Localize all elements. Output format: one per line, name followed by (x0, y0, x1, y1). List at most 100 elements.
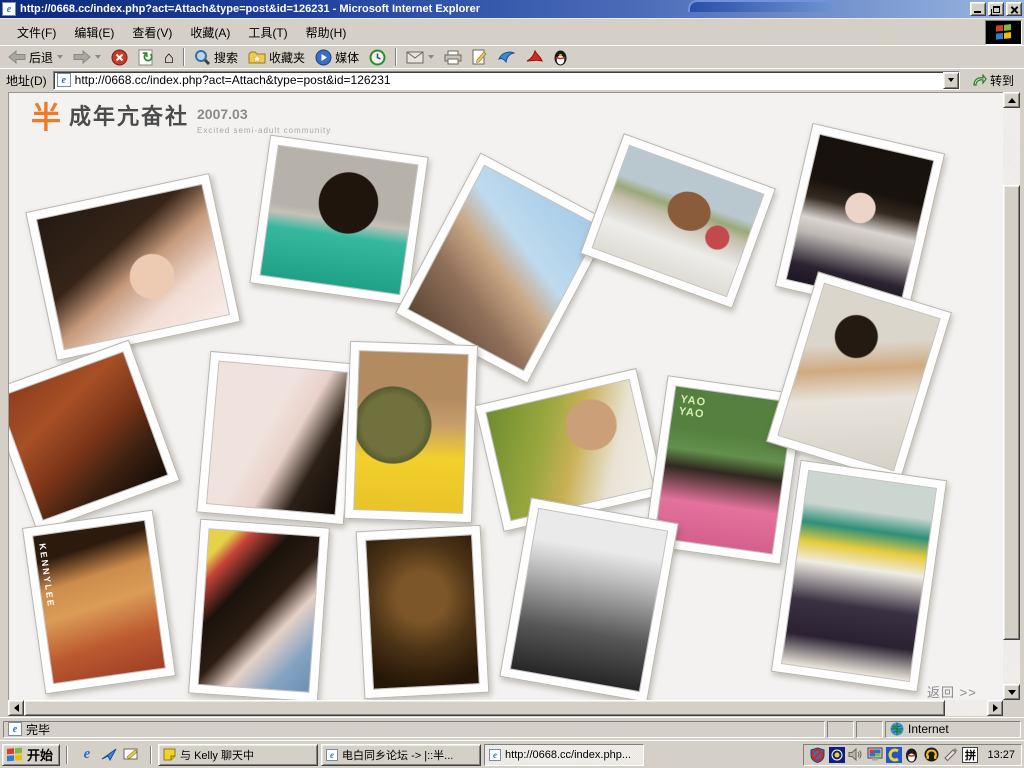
menu-edit[interactable]: 编辑(E) (65, 21, 123, 44)
print-button[interactable] (440, 47, 466, 68)
logo-mark: 半 (31, 105, 61, 132)
ie-page-icon: e (8, 722, 22, 736)
ie-throbber-windows-logo (985, 20, 1022, 45)
menu-help[interactable]: 帮助(H) (297, 21, 356, 44)
menu-file[interactable]: 文件(F) (8, 21, 65, 44)
back-arrow-icon (8, 50, 26, 64)
qq-button[interactable] (549, 47, 572, 68)
show-desktop-icon[interactable] (123, 747, 139, 763)
minimize-button[interactable] (970, 2, 986, 16)
status-message-panel: e 完毕 (3, 721, 825, 738)
toolbar-separator (183, 48, 185, 66)
search-button[interactable]: 搜索 (190, 47, 242, 68)
browser-content: 半 成年亢奋社 2007.03 Excited semi-adult commu… (0, 91, 1024, 717)
standard-toolbar: 后退 ↻ ⌂ 搜索 收藏夹 媒体 (0, 45, 1024, 68)
tray-flashget-icon[interactable] (886, 747, 902, 763)
menu-favorites[interactable]: 收藏(A) (181, 21, 239, 44)
photo-girl-yellow-ball (344, 341, 478, 523)
photo-image-red-hair-closeup (8, 352, 167, 519)
address-bar: 地址(D) e http://0668.cc/index.php?act=Att… (0, 68, 1024, 91)
ime-indicator[interactable]: 拼 (962, 747, 978, 763)
mail-button[interactable] (402, 47, 438, 68)
site-logo: 半 成年亢奋社 2007.03 Excited semi-adult commu… (31, 105, 331, 136)
menu-view[interactable]: 查看(V) (123, 21, 181, 44)
chevron-down-icon (948, 78, 954, 82)
tray-qq-icon[interactable] (905, 747, 921, 763)
home-icon: ⌂ (164, 49, 174, 66)
windows-flag-icon (993, 24, 1015, 42)
tray-radar-icon[interactable] (829, 747, 845, 763)
status-text: 完毕 (26, 721, 50, 738)
tray-music-player-icon[interactable] (924, 747, 940, 763)
photo-image-boy-camera-tiles (779, 284, 940, 470)
forward-arrow-icon (73, 50, 91, 64)
quick-launch-ie-icon[interactable]: e (79, 747, 95, 763)
back-button[interactable]: 后退 (4, 47, 67, 68)
scroll-up-button[interactable] (1003, 92, 1020, 108)
quick-launch-blue-arrow-icon[interactable] (101, 747, 117, 763)
forward-button[interactable] (69, 47, 105, 68)
ie-page-icon: e (57, 73, 71, 87)
tray-display-icon[interactable] (867, 747, 883, 763)
favorites-folder-icon (248, 50, 266, 65)
restore-button[interactable] (988, 2, 1004, 16)
home-button[interactable]: ⌂ (160, 47, 178, 68)
status-empty-panel (856, 721, 883, 738)
photo-girl-covering-eye (25, 173, 240, 361)
task-forum-window[interactable]: e 电白同乡论坛 -> |::半... (321, 744, 481, 766)
close-button[interactable] (1006, 2, 1022, 16)
triangle-right-icon (993, 704, 998, 712)
photo-image-boy-angel-wings (261, 146, 418, 294)
photo-pale-girl (196, 351, 358, 525)
refresh-button[interactable]: ↻ (134, 47, 158, 68)
photo-image-pale-girl (207, 362, 347, 515)
vertical-scroll-thumb[interactable] (1003, 185, 1020, 640)
thunder-download-button[interactable] (493, 47, 519, 68)
menu-tools[interactable]: 工具(T) (239, 21, 296, 44)
photo-kennylee-pout: KENNYLEE (22, 510, 176, 695)
vertical-scrollbar[interactable] (1003, 92, 1020, 700)
horizontal-scrollbar[interactable] (8, 700, 1003, 716)
photo-boy-angel-wings (249, 135, 428, 306)
taskbar-separator (66, 746, 68, 764)
system-tray: 拼 13:27 (803, 744, 1022, 766)
mail-dropdown-icon (428, 55, 434, 59)
photo-image-girl-denim (199, 529, 320, 691)
flashget-button[interactable] (521, 47, 547, 68)
edit-icon (472, 49, 487, 65)
address-input[interactable]: e http://0668.cc/index.php?act=Attach&ty… (53, 71, 960, 90)
scroll-left-button[interactable] (8, 700, 24, 716)
logo-title: 成年亢奋社 (69, 105, 189, 129)
edit-button[interactable] (468, 47, 491, 68)
photo-image-boy-camcorder (486, 380, 653, 520)
address-dropdown-button[interactable] (943, 72, 959, 89)
history-button[interactable] (365, 47, 390, 68)
photo-image-boy-earphones (409, 166, 600, 370)
taskbar: 开始 e 与 Kelly 聊天中 e 电白同乡论坛 -> |::半... e h… (0, 740, 1024, 768)
scroll-right-button[interactable] (987, 700, 1003, 716)
task-qq-chat[interactable]: 与 Kelly 聊天中 (158, 744, 318, 766)
photo-image-boy-outdoors (593, 146, 763, 296)
menu-bar: 文件(F) 编辑(E) 查看(V) 收藏(A) 工具(T) 帮助(H) (0, 18, 1024, 45)
favorites-button[interactable]: 收藏夹 (244, 47, 309, 68)
stop-button[interactable] (107, 47, 132, 68)
blue-bird-icon (497, 49, 515, 65)
tray-pen-icon[interactable] (943, 747, 959, 763)
tray-volume-icon[interactable] (848, 747, 864, 763)
task-current-window[interactable]: e http://0668.cc/index.php... (484, 744, 644, 766)
mail-icon (406, 51, 424, 64)
taskbar-clock[interactable]: 13:27 (987, 749, 1015, 761)
photo-boy-sepia-glasses (356, 525, 490, 699)
note-icon (163, 748, 176, 761)
start-button[interactable]: 开始 (2, 744, 60, 766)
tray-antivirus-disabled-icon[interactable] (810, 747, 826, 763)
horizontal-scroll-thumb[interactable] (24, 700, 945, 716)
back-link[interactable]: 返回 >> (927, 682, 977, 700)
go-button[interactable]: 转到 (966, 70, 1020, 91)
zone-text: Internet (908, 722, 949, 736)
logo-date-block: 2007.03 Excited semi-adult community (197, 107, 331, 136)
photo-boy-hand-forehead (499, 497, 678, 700)
media-button[interactable]: 媒体 (311, 47, 363, 68)
title-bar[interactable]: e http://0668.cc/index.php?act=Attach&ty… (0, 0, 1024, 18)
scroll-down-button[interactable] (1003, 684, 1020, 700)
